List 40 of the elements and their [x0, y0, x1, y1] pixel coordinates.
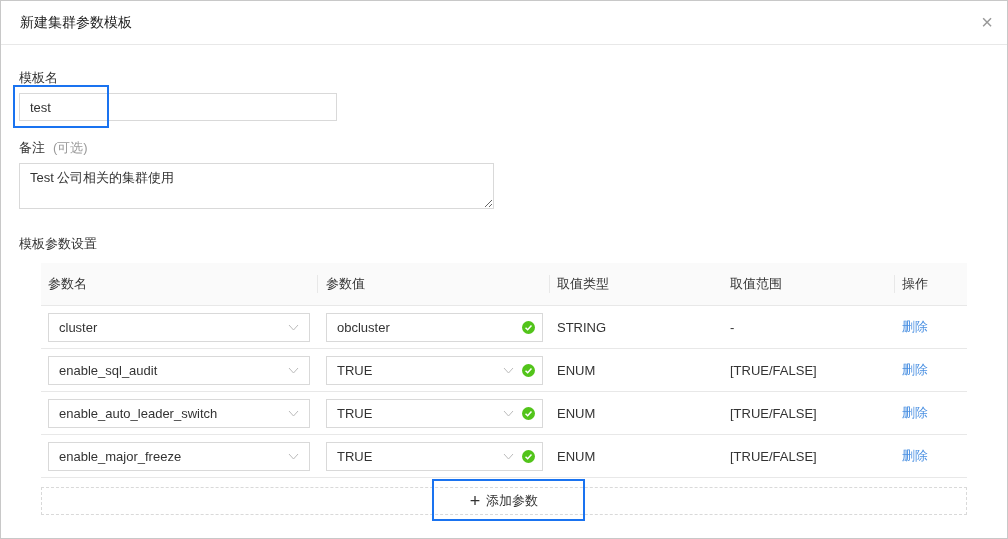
table-cell: - — [730, 319, 735, 335]
table-cell: ENUM — [557, 362, 596, 378]
dialog-title: 新建集群参数模板 — [20, 13, 132, 32]
section-label: 模板参数设置 — [19, 235, 97, 253]
column-header: 取值类型 — [557, 275, 609, 293]
param-name-select[interactable]: enable_auto_leader_switch — [48, 398, 310, 428]
column-header: 操作 — [902, 275, 928, 293]
field-label: 备注 — [19, 139, 45, 157]
column-header: 取值范围 — [730, 275, 782, 293]
template-name-field[interactable]: test — [19, 93, 337, 121]
caret-icon — [288, 409, 299, 417]
param-value-select[interactable]: TRUE — [326, 355, 543, 385]
param-value-field[interactable]: obcluster — [326, 312, 543, 342]
delete-link[interactable]: 删除 — [902, 361, 928, 379]
table-cell: ENUM — [557, 448, 596, 464]
optional-hint: (可选) — [53, 139, 88, 157]
table-cell: [TRUE/FALSE] — [730, 405, 817, 421]
table-cell: ENUM — [557, 405, 596, 421]
param-name-select[interactable]: cluster — [48, 312, 310, 342]
add-parameter-button[interactable]: + 添加参数 — [41, 487, 967, 515]
delete-link[interactable]: 删除 — [902, 447, 928, 465]
caret-icon — [288, 452, 299, 460]
table-cell: STRING — [557, 319, 607, 335]
column-header: 参数值 — [326, 275, 365, 293]
table-cell: [TRUE/FALSE] — [730, 448, 817, 464]
caret-icon — [288, 323, 299, 331]
table-cell: [TRUE/FALSE] — [730, 362, 817, 378]
param-value-select[interactable]: TRUE — [326, 441, 543, 471]
caret-icon — [503, 366, 514, 374]
delete-link[interactable]: 删除 — [902, 318, 928, 336]
caret-icon — [503, 409, 514, 417]
caret-icon — [503, 452, 514, 460]
param-name-select[interactable]: enable_sql_audit — [48, 355, 310, 385]
caret-icon — [288, 366, 299, 374]
field-label: 模板名 — [19, 69, 58, 87]
param-value-select[interactable]: TRUE — [326, 398, 543, 428]
delete-link[interactable]: 删除 — [902, 404, 928, 422]
param-name-select[interactable]: enable_major_freeze — [48, 441, 310, 471]
column-header: 参数名 — [48, 275, 87, 293]
remark-field[interactable]: Test 公司相关的集群使用 — [19, 163, 494, 209]
